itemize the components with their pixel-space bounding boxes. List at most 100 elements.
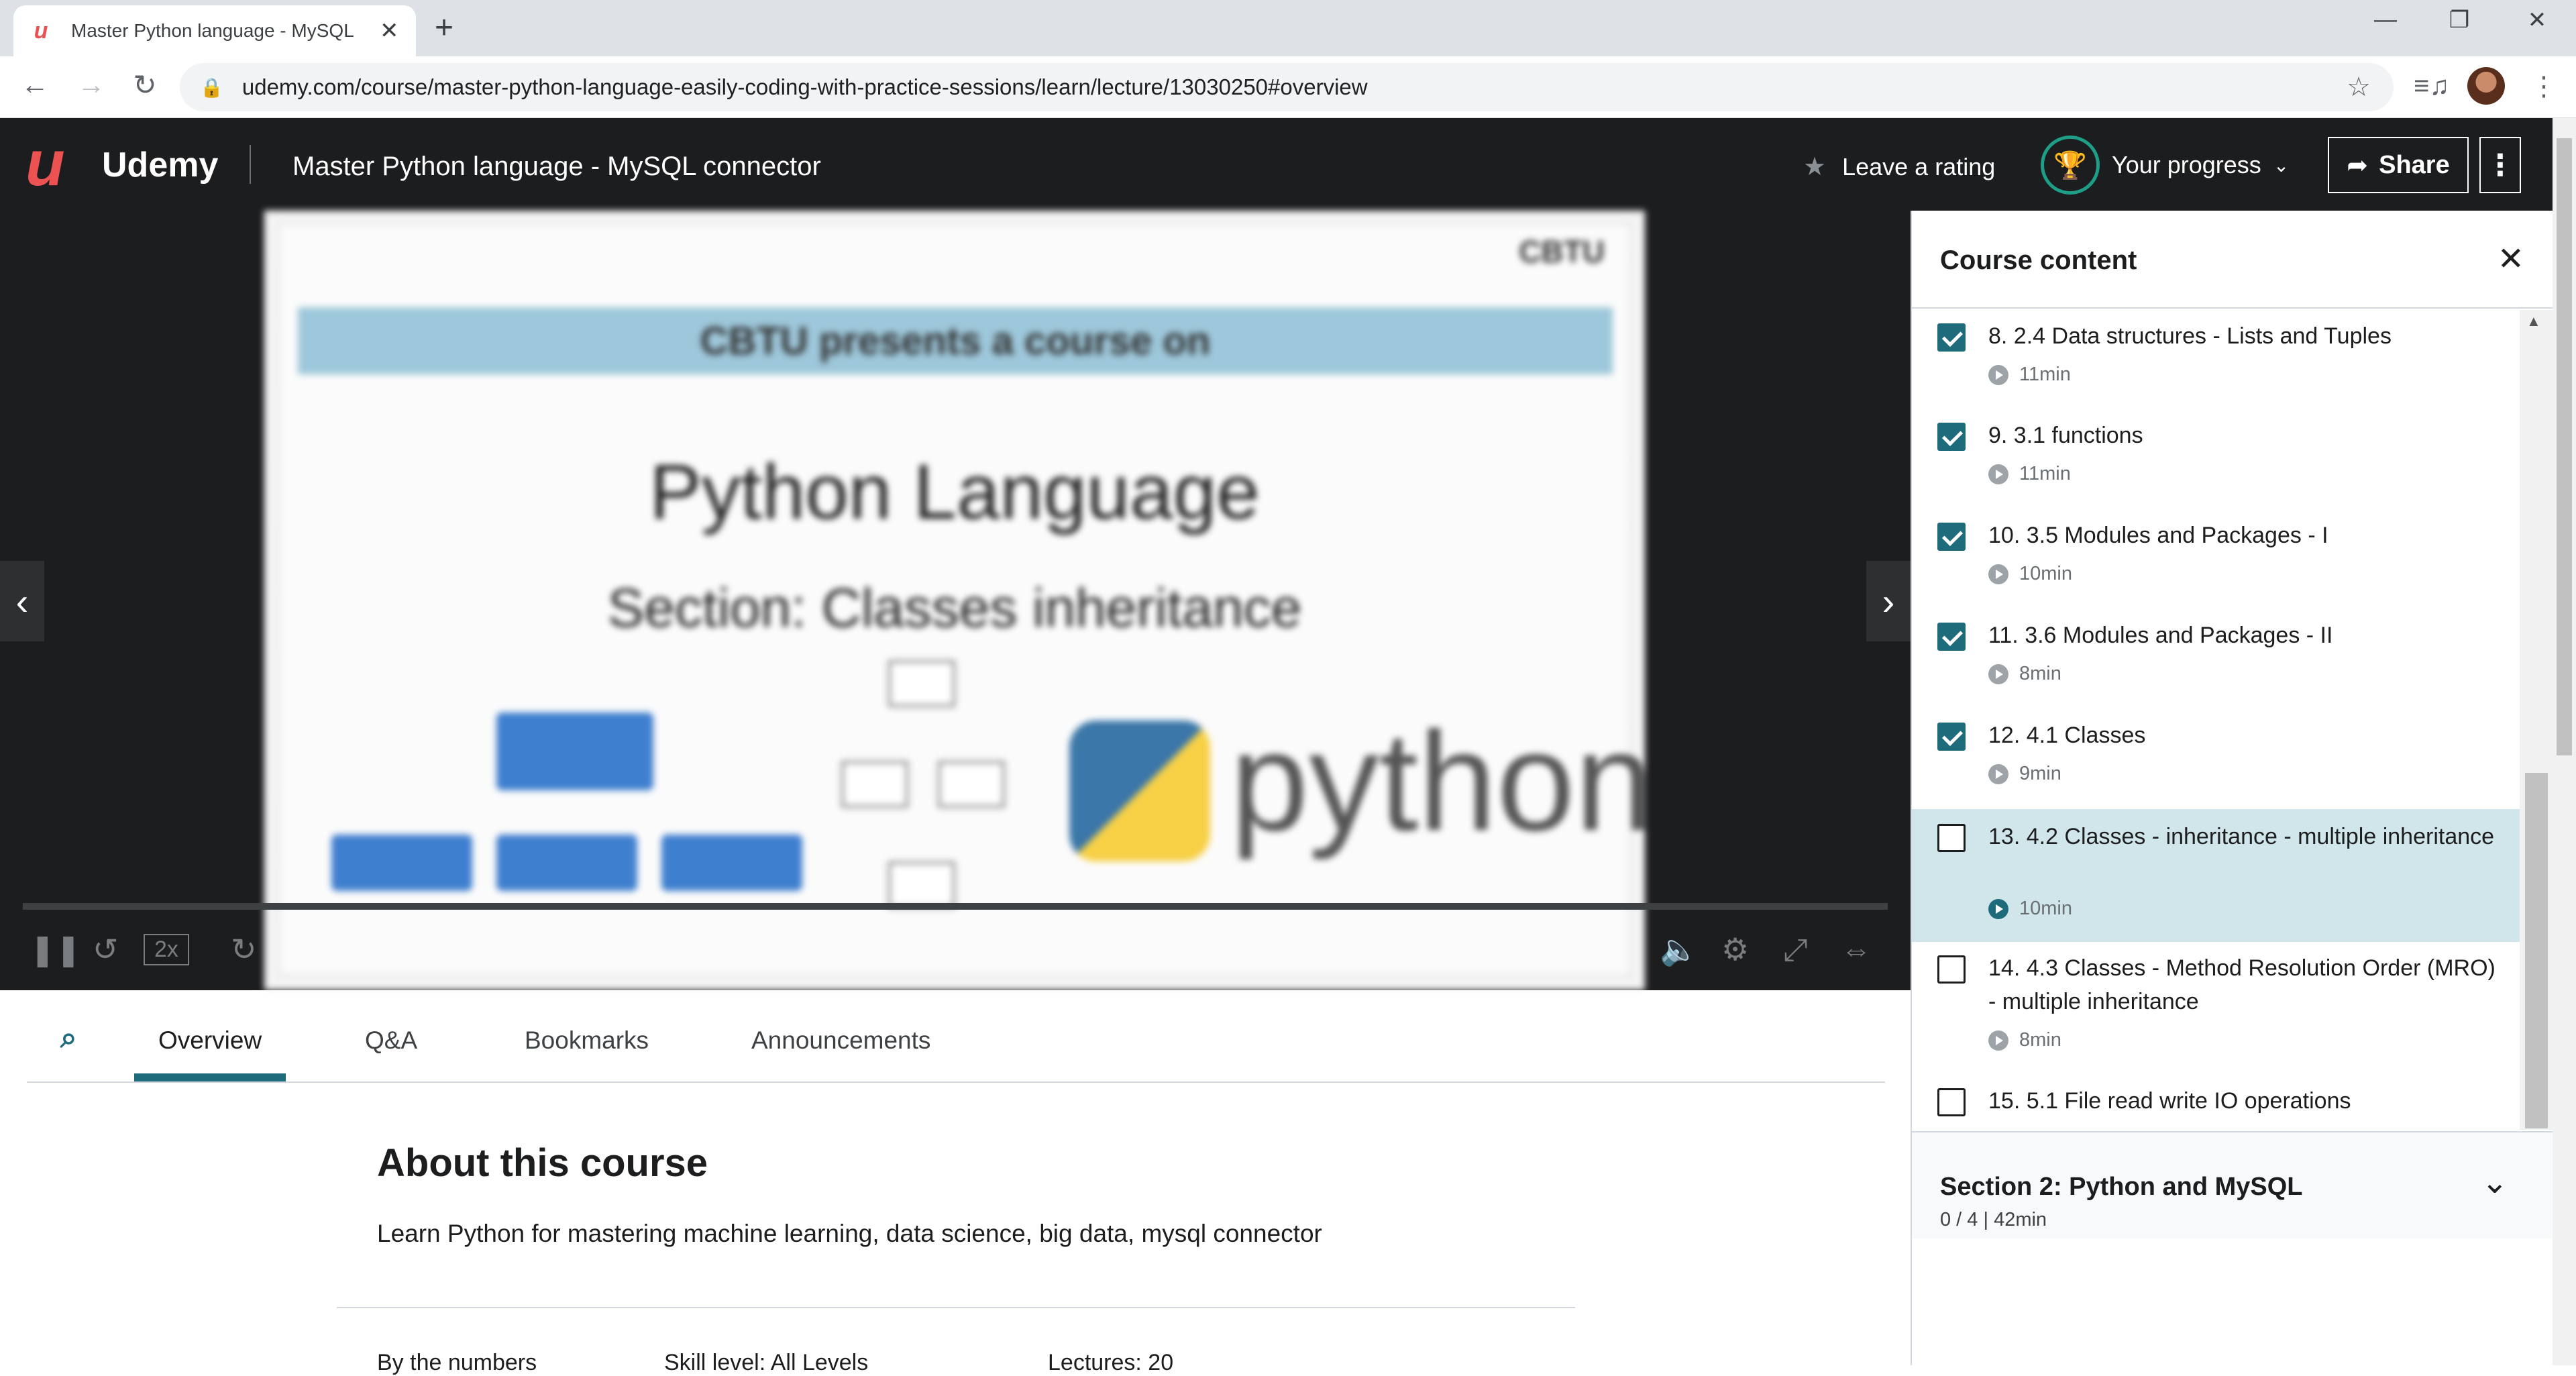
share-button[interactable]: ➦ Share: [2328, 137, 2469, 193]
lesson-checkbox[interactable]: [1937, 824, 1966, 852]
media-queue-icon[interactable]: ≡♫: [2414, 71, 2449, 101]
video-player[interactable]: CBTU CBTU presents a course on Python La…: [0, 211, 1911, 990]
tab-qa[interactable]: Q&A: [365, 1026, 417, 1055]
list-item-current[interactable]: 13. 4.2 Classes - inheritance - multiple…: [1912, 809, 2520, 942]
lesson-checkbox[interactable]: [1937, 723, 1966, 751]
udemy-favicon-icon: u: [34, 17, 48, 44]
address-bar[interactable]: 🔒 udemy.com/course/master-python-languag…: [180, 63, 2394, 111]
diagram-object-box: [496, 835, 637, 891]
fullscreen-icon[interactable]: ⤢: [1783, 931, 1808, 969]
lesson-title: 8. 2.4 Data structures - Lists and Tuple…: [1988, 323, 2392, 349]
tab-announcements[interactable]: Announcements: [751, 1026, 930, 1055]
list-item[interactable]: 11. 3.6 Modules and Packages - II 8min: [1912, 609, 2520, 709]
lesson-duration-text: 8min: [2019, 1029, 2061, 1051]
lesson-duration-text: 12min: [2019, 1128, 2072, 1130]
browser-tab[interactable]: u Master Python language - MySQL ✕: [13, 5, 416, 56]
lock-icon: 🔒: [200, 76, 223, 98]
list-item[interactable]: 14. 4.3 Classes - Method Resolution Orde…: [1912, 942, 2520, 1051]
list-item[interactable]: 12. 4.1 Classes 9min: [1912, 709, 2520, 809]
leave-rating-label: Leave a rating: [1842, 152, 1996, 180]
close-sidebar-icon[interactable]: ✕: [2498, 240, 2524, 278]
more-options-button[interactable]: ⋮: [2479, 137, 2521, 193]
play-circle-icon: [1988, 898, 2008, 919]
tab-overview[interactable]: Overview: [158, 1026, 262, 1055]
search-icon[interactable]: ⌕: [60, 1021, 77, 1055]
browser-tab-title: Master Python language - MySQL: [71, 20, 354, 41]
browser-menu-icon[interactable]: ⋮: [2530, 71, 2557, 102]
lesson-checkbox[interactable]: [1937, 523, 1966, 551]
minimize-window-icon[interactable]: —: [2365, 7, 2406, 33]
star-icon: ★: [1803, 153, 1827, 181]
lesson-checkbox[interactable]: [1937, 623, 1966, 651]
restore-window-icon[interactable]: ❐: [2439, 7, 2479, 34]
scrollbar-thumb[interactable]: [2557, 138, 2572, 755]
reload-icon[interactable]: ↻: [126, 68, 164, 101]
back-arrow-icon[interactable]: ←: [16, 68, 54, 101]
your-progress-label: Your progress: [2112, 151, 2261, 178]
udemy-logo-text[interactable]: Udemy: [102, 145, 218, 185]
lesson-duration: 8min: [1988, 663, 2061, 685]
bookmark-star-icon[interactable]: ☆: [2347, 72, 2371, 103]
playback-speed-button[interactable]: 2x: [144, 934, 189, 965]
play-circle-icon: [1988, 1030, 2008, 1051]
lesson-duration-text: 10min: [2019, 563, 2072, 584]
leave-rating-button[interactable]: ★ Leave a rating: [1803, 152, 1995, 182]
video-seek-bar[interactable]: [23, 903, 1888, 910]
udemy-logo-icon[interactable]: u: [25, 131, 95, 196]
pause-icon[interactable]: ❚❚: [30, 931, 81, 967]
expand-width-icon[interactable]: ⇔: [1841, 931, 1872, 967]
lesson-checkbox[interactable]: [1937, 955, 1966, 984]
url-text: udemy.com/course/master-python-language-…: [241, 74, 1368, 99]
about-description: Learn Python for mastering machine learn…: [377, 1220, 1322, 1247]
diagram-class-box: [496, 712, 653, 790]
lesson-title: 10. 3.5 Modules and Packages - I: [1988, 523, 2328, 548]
chevron-down-icon[interactable]: ⌄: [2481, 1163, 2508, 1201]
play-circle-icon: [1988, 763, 2008, 784]
list-item[interactable]: 8. 2.4 Data structures - Lists and Tuple…: [1912, 310, 2520, 409]
close-tab-icon[interactable]: ✕: [380, 17, 399, 44]
play-circle-icon: [1988, 664, 2008, 684]
list-item[interactable]: 9. 3.1 functions 11min: [1912, 409, 2520, 509]
slide-corner-logo: CBTU: [1519, 234, 1605, 269]
lesson-checkbox[interactable]: [1937, 423, 1966, 451]
share-label: Share: [2379, 150, 2450, 179]
scroll-up-arrow-icon[interactable]: ▲: [2526, 313, 2541, 330]
page-scrollbar[interactable]: [2553, 118, 2576, 1365]
list-item[interactable]: 15. 5.1 File read write IO operations 12…: [1912, 1075, 2520, 1130]
chevron-down-icon: ⌄: [2273, 154, 2290, 176]
close-window-icon[interactable]: ✕: [2517, 7, 2557, 34]
forward-icon[interactable]: ↻: [231, 931, 257, 967]
skill-level-label: Skill level: All Levels: [664, 1350, 869, 1375]
settings-gear-icon[interactable]: ⚙: [1721, 931, 1749, 967]
lesson-checkbox[interactable]: [1937, 323, 1966, 352]
slide-subtitle: Section: Classes inheritance: [607, 578, 1302, 639]
previous-lecture-arrow-icon[interactable]: ‹: [0, 561, 44, 641]
lesson-title: 11. 3.6 Modules and Packages - II: [1988, 623, 2333, 648]
sidebar-title: Course content: [1940, 246, 2137, 275]
volume-icon[interactable]: 🔈: [1660, 931, 1698, 968]
lesson-checkbox[interactable]: [1937, 1088, 1966, 1116]
course-title[interactable]: Master Python language - MySQL connector: [292, 152, 821, 182]
header-divider: [250, 145, 251, 184]
by-the-numbers-label: By the numbers: [377, 1350, 537, 1375]
section-2-header[interactable]: Section 2: Python and MySQL 0 / 4 | 42mi…: [1912, 1131, 2553, 1238]
scrollbar-thumb[interactable]: [2525, 773, 2548, 1128]
rewind-icon[interactable]: ↺: [93, 931, 119, 967]
new-tab-icon[interactable]: +: [435, 9, 453, 46]
lesson-title: 9. 3.1 functions: [1988, 423, 2143, 448]
next-lecture-arrow-icon[interactable]: ›: [1866, 561, 1911, 641]
slide-banner: CBTU presents a course on: [298, 307, 1613, 374]
lesson-duration-text: 8min: [2019, 663, 2061, 684]
sidebar-scrollbar[interactable]: ▲: [2520, 310, 2553, 1130]
profile-avatar[interactable]: [2467, 67, 2505, 105]
lesson-duration: 11min: [1988, 463, 2071, 485]
divider: [337, 1307, 1575, 1308]
lesson-duration-text: 11min: [2019, 364, 2071, 385]
list-item[interactable]: 10. 3.5 Modules and Packages - I 10min: [1912, 509, 2520, 609]
lesson-title: 13. 4.2 Classes - inheritance - multiple…: [1988, 824, 2495, 849]
about-heading: About this course: [377, 1141, 708, 1185]
your-progress-button[interactable]: 🏆 Your progress ⌄: [2041, 136, 2289, 195]
lesson-title: 14. 4.3 Classes - Method Resolution Orde…: [1988, 955, 2496, 1014]
forward-arrow-icon[interactable]: →: [72, 68, 110, 101]
tab-bookmarks[interactable]: Bookmarks: [525, 1026, 649, 1055]
